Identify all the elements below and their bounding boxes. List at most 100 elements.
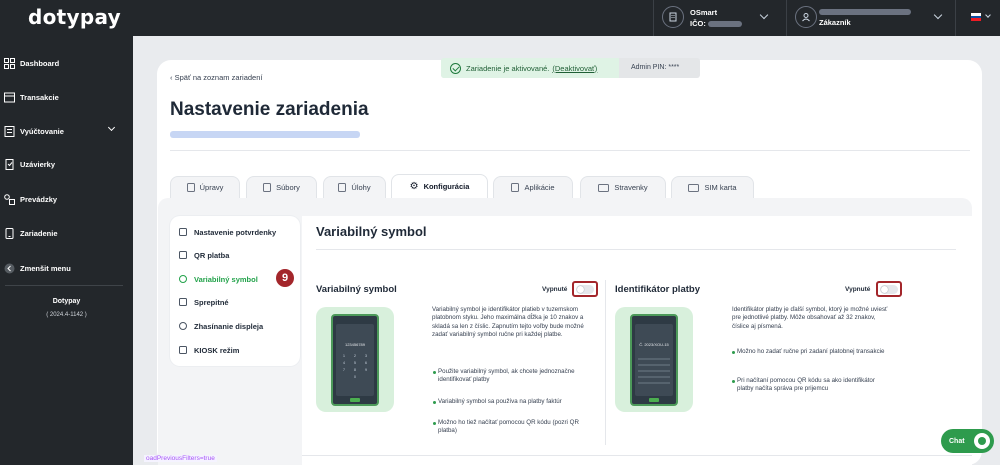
terminal-confirm-key	[649, 398, 659, 402]
keypad-key: 6	[365, 361, 367, 365]
billing-icon	[4, 125, 15, 137]
variable-symbol-switch-label: Vypnuté	[542, 286, 568, 293]
tab-konfiguracia[interactable]: ⚙ Konfigurácia	[391, 174, 488, 198]
chevron-down-icon[interactable]	[985, 12, 991, 18]
keypad-key: 7	[343, 368, 345, 372]
keypad-key: 8	[354, 368, 356, 372]
sidebar-item-zmensit-menu[interactable]: Zmenšit menu	[0, 256, 133, 280]
version-name: Dotypay	[52, 298, 81, 305]
edit-icon	[186, 183, 195, 192]
variable-symbol-toggle[interactable]	[576, 285, 594, 294]
top-bar-divider	[786, 0, 787, 36]
settings-item-tip[interactable]: Sprepitné	[170, 292, 300, 312]
payment-identifier-toggle[interactable]	[880, 285, 898, 294]
chevron-down-icon	[107, 123, 116, 132]
tab-stravenky[interactable]: Stravenky	[580, 176, 666, 198]
sidebar-item-label: Zmenšit menu	[20, 263, 71, 273]
tab-label: Úpravy	[199, 183, 224, 192]
tab-ulohy[interactable]: Úlohy	[323, 176, 386, 198]
version-number: ( 2024.4-1142 )	[46, 312, 87, 318]
chat-button[interactable]: Chat	[941, 429, 994, 453]
variable-symbol-toggle-highlight	[572, 281, 598, 297]
payment-identifier-toggle-highlight	[876, 281, 902, 297]
status-url-hint: oadPreviousFilters=true	[144, 455, 217, 462]
user-icon	[795, 6, 817, 28]
device-name-redacted	[170, 131, 360, 138]
company-info: OSmart IČO:	[690, 8, 742, 30]
receipt-icon	[179, 228, 187, 236]
variable-symbol-bullet: Variabilný symbol sa používa na platby f…	[433, 398, 591, 406]
tab-aplikacie[interactable]: Aplikácie	[493, 176, 573, 198]
chat-bubble-icon	[974, 433, 990, 449]
user-role: Zákazník	[819, 18, 851, 27]
terminal-display-value: 123456789	[344, 342, 366, 347]
sidebar-item-uzavierky[interactable]: Uzávierky	[0, 152, 133, 176]
keypad-key	[362, 375, 370, 379]
admin-pin: Admin PIN: ****	[631, 64, 680, 71]
variable-symbol-illustration: 123456789 1 2 3 4 5 6 7 8 9 0	[316, 307, 394, 412]
terminal-screen: Č. 2023/XOU-15	[635, 324, 673, 402]
payment-identifier-bullet: Pri načítaní pomocou QR kódu sa ako iden…	[732, 377, 890, 394]
settings-item-qr[interactable]: QR platba	[170, 245, 300, 265]
qr-icon	[179, 251, 187, 259]
tab-sim-karta[interactable]: SIM karta	[671, 176, 754, 198]
user-menu[interactable]: Zákazník	[795, 6, 945, 30]
sidebar-item-zariadenie[interactable]: Zariadenie	[0, 221, 133, 245]
section-title: Variabilný symbol	[316, 224, 427, 239]
settings-item-label: Zhasínanie displeja	[194, 321, 264, 331]
language-flag-icon[interactable]	[971, 13, 981, 21]
step-badge: 9	[276, 269, 294, 287]
activation-text: Zariadenie je aktivované.	[466, 63, 550, 73]
sidebar-item-label: Zariadenie	[20, 228, 58, 238]
settings-item-display[interactable]: Zhasínanie displeja	[170, 316, 300, 336]
sidebar-item-label: Uzávierky	[20, 159, 56, 169]
user-name-redacted	[819, 9, 911, 16]
keypad-key: 3	[365, 354, 367, 358]
transactions-icon	[4, 92, 15, 102]
apps-icon	[511, 183, 520, 192]
sidebar-item-label: Dashboard	[20, 58, 60, 68]
top-bar-divider	[955, 0, 956, 36]
tab-label: Úlohy	[351, 183, 371, 192]
settings-item-label: Sprepitné	[194, 297, 229, 307]
tasks-icon	[338, 183, 347, 192]
check-circle-icon	[450, 62, 461, 74]
symbol-icon	[179, 275, 187, 283]
chevron-down-icon	[759, 10, 769, 20]
settings-item-kiosk[interactable]: KIOSK režim	[170, 340, 300, 360]
dotypay-logo[interactable]: dotypay	[28, 5, 121, 29]
closures-icon	[5, 158, 14, 170]
tab-subory[interactable]: Súbory	[246, 176, 317, 198]
settings-item-label: Nastavenie potvrdenky	[194, 227, 277, 237]
collapse-icon	[4, 263, 15, 273]
device-icon	[5, 227, 14, 239]
top-bar: dotypay OSmart IČO: Zákazník	[0, 0, 1000, 36]
sidebar-item-vyuctovanie[interactable]: Vyúčtovanie	[0, 119, 133, 143]
variable-symbol-bullet: Použite variabilný symbol, ak chcete jed…	[433, 368, 591, 385]
terminal-confirm-key	[350, 398, 360, 402]
sidebar-item-label: Transakcie	[20, 92, 59, 102]
page-title: Nastavenie zariadenia	[170, 99, 369, 120]
sidebar-item-dashboard[interactable]: Dashboard	[0, 51, 133, 75]
terminal-device-image: 123456789 1 2 3 4 5 6 7 8 9 0	[331, 314, 379, 406]
tab-upravy[interactable]: Úpravy	[170, 176, 240, 198]
keypad-key: 5	[354, 361, 356, 365]
deactivate-link[interactable]: (Deaktivovať)	[552, 64, 597, 73]
header-divider	[170, 150, 970, 151]
activation-status: Zariadenie je aktivované. (Deaktivovať)	[441, 58, 619, 78]
variable-symbol-title: Variabilný symbol	[316, 284, 397, 295]
terminal-screen: 123456789 1 2 3 4 5 6 7 8 9 0	[336, 324, 374, 402]
back-link-label: Späť na zoznam zariadení	[174, 73, 263, 82]
tab-label: Aplikácie	[524, 183, 555, 192]
settings-item-receipt[interactable]: Nastavenie potvrdenky	[170, 222, 300, 242]
keypad-key: 9	[365, 368, 367, 372]
sidebar: Dashboard Transakcie Vyúčtovanie Uzávier…	[0, 36, 133, 465]
settings-nav: Nastavenie potvrdenky QR platba Variabil…	[170, 216, 300, 366]
sidebar-item-prevadzky[interactable]: Prevádzky	[0, 187, 133, 211]
tip-icon	[179, 298, 187, 306]
sidebar-item-transakcie[interactable]: Transakcie	[0, 85, 133, 109]
company-switcher[interactable]: OSmart IČO:	[662, 6, 787, 30]
sidebar-divider	[5, 285, 123, 286]
keypad-key: 4	[343, 361, 345, 365]
back-link[interactable]: ‹ Späť na zoznam zariadení	[170, 73, 262, 82]
